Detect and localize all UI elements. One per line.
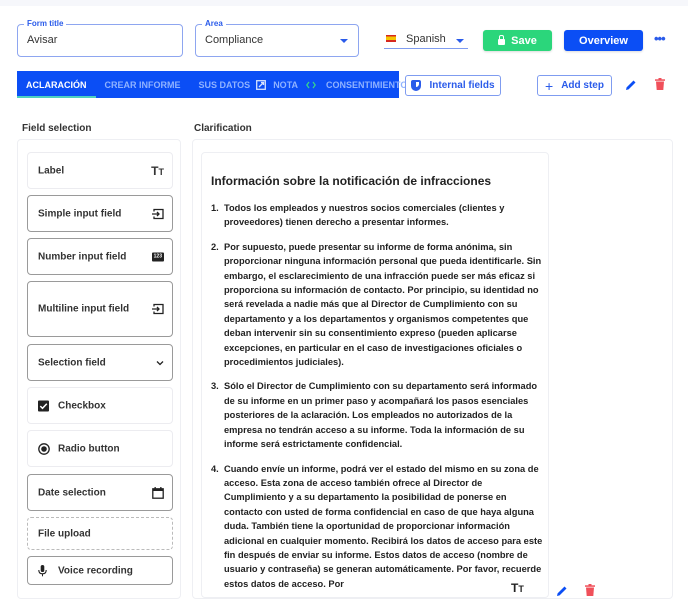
palette-item-number-input[interactable]: Number input field 123 — [27, 238, 173, 275]
tab-crear-informe[interactable]: CREAR INFORME — [96, 71, 190, 98]
tab-sus-datos[interactable]: SUS DATOS — [190, 71, 255, 98]
caret-down-icon — [456, 39, 464, 43]
language-value: Spanish — [406, 33, 446, 45]
palette-item-file-upload[interactable]: File upload — [27, 517, 173, 550]
tab-nota[interactable]: NOTA — [254, 71, 302, 98]
edit-block-icon[interactable] — [556, 585, 568, 597]
palette-item-date[interactable]: Date selection — [27, 474, 173, 511]
input-icon — [152, 303, 164, 315]
input-icon — [152, 208, 164, 219]
clarification-title: Clarification — [194, 123, 252, 134]
add-step-label: Add step — [561, 80, 604, 91]
tab-aclaracion[interactable]: ACLARACIÓN — [17, 71, 96, 98]
palette-item-selection[interactable]: Selection field — [27, 344, 173, 381]
radio-icon — [38, 442, 50, 455]
tab-label: NOTA — [273, 79, 299, 90]
tab-label: SUS DATOS — [198, 79, 251, 90]
add-step-button[interactable]: + Add step — [537, 75, 612, 96]
text-size-icon: TT — [511, 581, 524, 595]
area-label: Area — [202, 18, 226, 30]
microphone-icon — [38, 564, 47, 576]
palette-item-multiline-input[interactable]: Multiline input field — [27, 281, 173, 337]
delete-step-icon[interactable] — [655, 78, 665, 90]
tab-label: ACLARACIÓN — [26, 79, 87, 90]
external-edit-icon — [256, 79, 267, 90]
more-options-button[interactable]: ••• — [654, 31, 666, 46]
overview-label: Overview — [579, 34, 628, 47]
palette-item-text: Selection field — [38, 357, 106, 368]
save-label: Save — [511, 34, 537, 47]
list-item: 4. Cuando envíe un informe, podrá ver el … — [211, 462, 543, 592]
palette-item-text: File upload — [38, 528, 91, 539]
area-value: Compliance — [205, 34, 264, 46]
list-number: 1. — [211, 203, 219, 213]
step-tabs: ACLARACIÓN CREAR INFORME SUS DATOS NOTA … — [17, 71, 407, 98]
plus-icon: + — [545, 77, 554, 94]
caret-down-icon — [340, 39, 348, 43]
palette-item-text: Multiline input field — [38, 303, 130, 315]
internal-fields-label: Internal fields — [429, 80, 495, 91]
palette-item-text: Label — [38, 165, 65, 176]
list-number: 3. — [211, 381, 219, 392]
list-item: 2. Por supuesto, puede presentar su infor… — [211, 240, 543, 370]
list-text: Todos los empleados y nuestros socios co… — [224, 203, 505, 228]
field-selection-title: Field selection — [22, 123, 92, 134]
tab-label: CONSENTIMIENTO — [326, 79, 408, 90]
palette-item-text: Radio button — [58, 443, 120, 454]
palette-item-text: Date selection — [38, 487, 106, 498]
edit-step-icon[interactable] — [625, 79, 637, 91]
list-item: 3. Sólo el Director de Cumplimiento con s… — [211, 379, 543, 451]
number-123-icon: 123 — [151, 252, 164, 261]
language-select[interactable]: Spanish — [384, 31, 468, 49]
palette-item-text: Simple input field — [38, 208, 122, 219]
form-title-value[interactable]: Avisar — [27, 34, 57, 46]
palette-item-text: Voice recording — [58, 565, 133, 576]
delete-block-icon[interactable] — [585, 584, 595, 596]
overview-button[interactable]: Overview — [564, 30, 643, 51]
form-title-field[interactable]: Form title Avisar — [17, 18, 183, 57]
palette-item-checkbox[interactable]: Checkbox — [27, 387, 173, 424]
clarification-list: 1. Todos los empleados y nuestros socios … — [211, 201, 543, 597]
palette-item-label[interactable]: Label TT — [27, 152, 173, 189]
palette-item-voice[interactable]: Voice recording — [27, 556, 173, 585]
list-item: 1. Todos los empleados y nuestros socios … — [211, 201, 543, 230]
checkbox-icon — [38, 400, 49, 411]
field-palette: Label TT Simple input field Number input… — [17, 139, 181, 599]
tab-consentimiento[interactable]: CONSENTIMIENTO — [302, 71, 416, 98]
top-strip — [0, 0, 688, 6]
save-button[interactable]: Save — [483, 30, 552, 51]
palette-item-radio[interactable]: Radio button — [27, 430, 173, 467]
text-size-icon: TT — [151, 163, 164, 178]
list-number: 2. — [211, 241, 219, 252]
text-block-card[interactable]: Información sobre la notificación de inf… — [201, 152, 549, 598]
palette-item-text: Number input field — [38, 251, 127, 262]
calendar-icon — [152, 486, 164, 499]
list-number: 4. — [211, 463, 219, 474]
lock-icon — [498, 34, 506, 45]
palette-item-simple-input[interactable]: Simple input field — [27, 195, 173, 232]
form-title-label: Form title — [24, 18, 67, 30]
step-canvas: Información sobre la notificación de inf… — [192, 139, 673, 599]
palette-item-text: Checkbox — [58, 400, 106, 411]
area-select[interactable]: Area Compliance — [195, 18, 359, 57]
list-text: Sólo el Director de Cumplimiento con su … — [224, 381, 538, 450]
more-icon: ••• — [654, 31, 666, 46]
tab-label: CREAR INFORME — [104, 79, 181, 90]
list-text: Cuando envíe un informe, podrá ver el es… — [224, 463, 543, 589]
list-text: Por supuesto, puede presentar su informe… — [224, 241, 542, 368]
internal-fields-button[interactable]: Internal fields — [405, 75, 501, 96]
shield-icon — [411, 80, 422, 91]
spain-flag-icon — [386, 35, 396, 42]
card-title: Información sobre la notificación de inf… — [211, 174, 492, 188]
chevron-down-icon — [156, 360, 164, 365]
code-icon — [306, 81, 316, 89]
